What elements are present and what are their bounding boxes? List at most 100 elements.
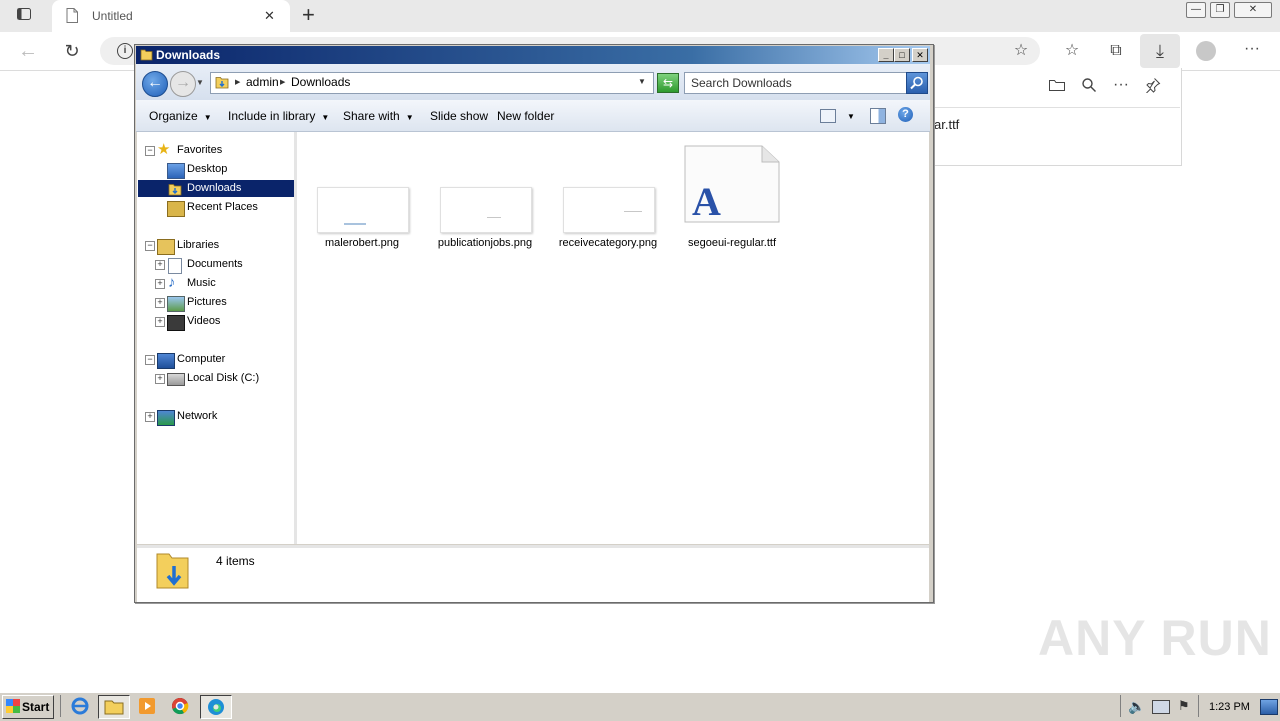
- divider: [1120, 695, 1121, 717]
- maximize-button[interactable]: □: [894, 48, 910, 62]
- nav-music[interactable]: Music: [187, 274, 216, 293]
- file-name[interactable]: publicationjobs.png: [433, 237, 537, 250]
- item-count: 4 items: [216, 554, 255, 568]
- browser-restore-button[interactable]: ❐: [1210, 2, 1230, 18]
- show-desktop-icon[interactable]: [1260, 699, 1278, 715]
- downloads-more-button[interactable]: ···: [1110, 75, 1132, 95]
- breadcrumb-chevron-icon[interactable]: ▶: [280, 78, 285, 86]
- forward-button[interactable]: →: [170, 71, 196, 97]
- favorites-icon[interactable]: ☆: [1061, 41, 1083, 61]
- download-arrow-icon[interactable]: ⤓: [1149, 41, 1171, 61]
- flag-icon[interactable]: ⚑: [1178, 698, 1190, 714]
- nav-network[interactable]: Network: [177, 407, 217, 426]
- expand-icon[interactable]: +: [155, 298, 165, 308]
- explorer-taskbar-icon[interactable]: [98, 695, 130, 719]
- file-thumbnail[interactable]: [440, 187, 532, 233]
- flyout-divider: [930, 107, 1180, 108]
- recent-places-icon: [167, 201, 185, 217]
- browser-tab[interactable]: [52, 0, 290, 32]
- download-filename[interactable]: ar.ttf: [934, 117, 959, 133]
- share-with-label: Share with: [343, 109, 400, 123]
- new-tab-button[interactable]: +: [302, 3, 315, 27]
- expand-icon[interactable]: +: [155, 279, 165, 289]
- media-player-icon[interactable]: [135, 695, 159, 717]
- font-file-icon[interactable]: A: [684, 145, 780, 224]
- back-button[interactable]: ←: [142, 71, 168, 97]
- add-favorite-icon[interactable]: ☆: [1010, 41, 1032, 61]
- minimize-button[interactable]: _: [878, 48, 894, 62]
- search-icon[interactable]: [906, 72, 928, 94]
- file-thumbnail[interactable]: [563, 187, 655, 233]
- documents-icon: [168, 258, 182, 274]
- change-view-icon[interactable]: [820, 109, 836, 123]
- address-dropdown-icon[interactable]: ▼: [638, 77, 646, 86]
- close-button[interactable]: ✕: [912, 48, 928, 62]
- site-info-icon[interactable]: i: [117, 43, 133, 59]
- share-with-button[interactable]: Share with ▼: [343, 109, 414, 125]
- nav-desktop[interactable]: Desktop: [187, 160, 227, 179]
- svg-text:A: A: [692, 179, 721, 223]
- refresh-icon[interactable]: ⇆: [657, 73, 679, 93]
- speaker-icon[interactable]: 🔈: [1128, 698, 1145, 715]
- search-placeholder: Search Downloads: [691, 76, 792, 90]
- file-thumbnail[interactable]: [317, 187, 409, 233]
- expand-icon[interactable]: +: [145, 412, 155, 422]
- tab-close-button[interactable]: ✕: [264, 8, 275, 24]
- sidebar-toggle-icon[interactable]: [14, 6, 34, 26]
- nav-documents[interactable]: Documents: [187, 255, 243, 274]
- internet-explorer-icon[interactable]: [68, 695, 92, 717]
- nav-downloads[interactable]: Downloads: [187, 179, 241, 198]
- recent-pages-dropdown-icon[interactable]: ▼: [196, 78, 204, 87]
- search-downloads-icon[interactable]: [1079, 77, 1099, 97]
- organize-button[interactable]: Organize ▼: [149, 109, 212, 125]
- breadcrumb-chevron-icon[interactable]: ▶: [235, 78, 240, 86]
- start-button[interactable]: Start: [2, 695, 54, 719]
- explorer-title-bar[interactable]: [136, 46, 930, 64]
- network-tray-icon[interactable]: [1152, 700, 1170, 714]
- collapse-icon[interactable]: −: [145, 355, 155, 365]
- expand-icon[interactable]: +: [155, 374, 165, 384]
- nav-recent-places[interactable]: Recent Places: [187, 198, 258, 217]
- include-in-library-button[interactable]: Include in library ▼: [228, 109, 329, 125]
- slide-show-button[interactable]: Slide show: [430, 109, 488, 123]
- browser-minimize-button[interactable]: —: [1186, 2, 1206, 18]
- expand-icon[interactable]: +: [155, 260, 165, 270]
- clock[interactable]: 1:23 PM: [1209, 700, 1250, 714]
- breadcrumb-admin[interactable]: admin: [246, 75, 279, 89]
- nav-computer[interactable]: Computer: [177, 350, 225, 369]
- breadcrumb-downloads[interactable]: Downloads: [291, 75, 350, 89]
- chevron-down-icon: ▼: [203, 113, 212, 122]
- file-name[interactable]: malerobert.png: [310, 237, 414, 250]
- music-icon: ♪: [168, 274, 176, 291]
- file-name[interactable]: receivecategory.png: [556, 237, 660, 250]
- nav-videos[interactable]: Videos: [187, 312, 220, 331]
- nav-local-disk[interactable]: Local Disk (C:): [187, 369, 259, 388]
- computer-icon: [157, 353, 175, 369]
- collapse-icon[interactable]: −: [145, 241, 155, 251]
- chevron-down-icon: ▼: [321, 113, 330, 122]
- nav-favorites[interactable]: Favorites: [177, 141, 222, 160]
- edge-icon[interactable]: [200, 695, 232, 719]
- new-folder-button[interactable]: New folder: [497, 109, 554, 123]
- back-arrow-icon[interactable]: ←: [18, 41, 38, 61]
- settings-more-button[interactable]: ···: [1240, 39, 1264, 59]
- start-label: Start: [22, 700, 50, 714]
- collapse-icon[interactable]: −: [145, 146, 155, 156]
- preview-pane-icon[interactable]: [870, 108, 886, 124]
- page-icon: [66, 8, 78, 23]
- browser-close-button[interactable]: ✕: [1234, 2, 1272, 18]
- file-name[interactable]: segoeui-regular.ttf: [680, 237, 784, 250]
- collections-icon[interactable]: ⧉: [1105, 41, 1127, 61]
- view-dropdown-icon[interactable]: ▼: [847, 112, 855, 121]
- taskbar: [0, 692, 1280, 721]
- pin-icon[interactable]: [1143, 77, 1163, 97]
- open-folder-icon[interactable]: [1047, 77, 1067, 97]
- nav-libraries[interactable]: Libraries: [177, 236, 219, 255]
- refresh-icon[interactable]: ↻: [62, 41, 82, 61]
- expand-icon[interactable]: +: [155, 317, 165, 327]
- chrome-icon[interactable]: [168, 695, 192, 717]
- help-icon[interactable]: ?: [898, 107, 913, 122]
- profile-avatar[interactable]: [1196, 41, 1216, 61]
- nav-pictures[interactable]: Pictures: [187, 293, 227, 312]
- tab-title: Untitled: [92, 9, 133, 23]
